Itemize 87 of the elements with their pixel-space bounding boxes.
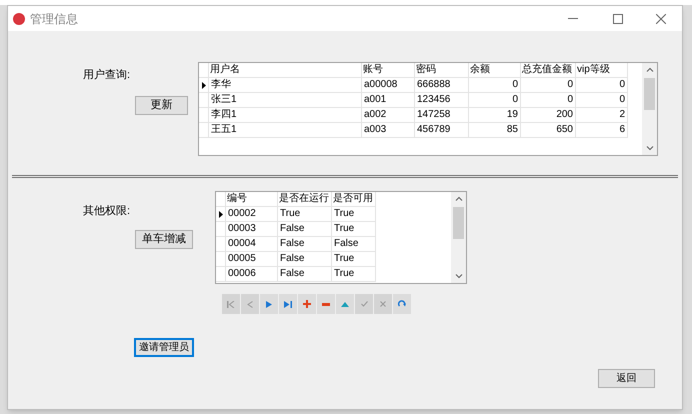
navigator-button[interactable]	[279, 294, 297, 314]
scroll-thumb[interactable]	[644, 78, 655, 110]
refresh-icon	[398, 300, 406, 308]
last-record-icon	[284, 300, 292, 308]
section-label: 用户查询:	[83, 68, 130, 83]
minimize-icon[interactable]	[568, 18, 578, 19]
table-cell: 147258	[415, 108, 469, 123]
row-pointer-icon	[202, 82, 206, 88]
navigator-button[interactable]	[336, 294, 354, 314]
table-cell: True	[332, 222, 376, 237]
table-cell: True	[332, 207, 376, 222]
table-cell: False	[278, 222, 332, 237]
cross-icon	[380, 301, 386, 307]
table-cell: a003	[362, 123, 415, 138]
table-cell: False	[278, 252, 332, 267]
row-header[interactable]	[199, 78, 209, 93]
table-cell: 19	[469, 108, 521, 123]
invite-admin-button[interactable]: 邀请管理员	[134, 338, 194, 357]
row-pointer-icon	[218, 210, 222, 218]
chevron-up-icon[interactable]	[454, 196, 462, 201]
table-cell: False	[278, 267, 332, 282]
column-header[interactable]: 用户名	[209, 63, 362, 78]
minus-icon	[322, 302, 330, 306]
scrollbar[interactable]	[451, 192, 466, 283]
table-cell: 200	[521, 108, 576, 123]
table-cell: 0	[521, 78, 576, 93]
table-cell: a00008	[362, 78, 415, 93]
table-cell: True	[278, 207, 332, 222]
table-cell: 123456	[415, 93, 469, 108]
column-header[interactable]: 余额	[469, 63, 521, 78]
back-button[interactable]: 返回	[598, 369, 655, 388]
table-cell: 00005	[226, 252, 278, 267]
window-title: 管理信息	[30, 10, 78, 28]
table-cell: True	[332, 252, 376, 267]
table-cell: 0	[521, 93, 576, 108]
column-header[interactable]: 总充值金额	[521, 63, 576, 78]
table-cell: 0	[576, 78, 628, 93]
table-cell: False	[278, 237, 332, 252]
scroll-thumb[interactable]	[453, 207, 464, 239]
table-cell: 6	[576, 123, 628, 138]
navigator-button[interactable]	[317, 294, 335, 314]
table-cell: 00006	[226, 267, 278, 282]
app-icon	[13, 12, 25, 24]
close-icon[interactable]	[656, 14, 666, 24]
next-record-icon	[266, 300, 272, 308]
navigator-button[interactable]	[393, 294, 411, 314]
table-cell: 0	[469, 78, 521, 93]
table-cell: 456789	[415, 123, 469, 138]
check-icon	[360, 301, 368, 307]
column-header[interactable]: 是否在运行	[278, 192, 332, 207]
table-cell: 王五1	[209, 123, 362, 138]
table-cell: 2	[576, 108, 628, 123]
column-header[interactable]: 是否可用	[332, 192, 376, 207]
table-cell: 张三1	[209, 93, 362, 108]
triangle-up-icon	[341, 302, 349, 306]
table-cell: a001	[362, 93, 415, 108]
maximize-icon[interactable]	[613, 14, 623, 24]
chevron-down-icon[interactable]	[646, 146, 654, 151]
scrollbar[interactable]	[642, 63, 657, 155]
table-cell: a002	[362, 108, 415, 123]
plus-icon	[303, 300, 311, 308]
table-cell: 0	[576, 93, 628, 108]
previous-record-icon	[247, 300, 253, 308]
table-cell: True	[332, 267, 376, 282]
column-header[interactable]: 账号	[362, 63, 415, 78]
navigator-button[interactable]	[260, 294, 278, 314]
table-cell: 0	[469, 93, 521, 108]
table-cell: 李四1	[209, 108, 362, 123]
refresh-button[interactable]: 更新	[135, 96, 188, 114]
table-cell: 650	[521, 123, 576, 138]
table-cell: 李华	[209, 78, 362, 93]
chevron-up-icon[interactable]	[646, 67, 654, 72]
column-header[interactable]: 密码	[415, 63, 469, 78]
table-cell: 85	[469, 123, 521, 138]
table-cell: 666888	[415, 78, 469, 93]
table-cell: 00003	[226, 222, 278, 237]
table-cell: 00004	[226, 237, 278, 252]
section-label: 其他权限:	[83, 204, 130, 219]
row-header[interactable]	[216, 207, 226, 222]
navigator-button[interactable]	[298, 294, 316, 314]
first-record-icon	[227, 300, 235, 308]
column-header[interactable]: vip等级	[576, 63, 628, 78]
column-header[interactable]: 编号	[226, 192, 278, 207]
table-cell: 00002	[226, 207, 278, 222]
table-cell: False	[332, 237, 376, 252]
bike-adjust-button[interactable]: 单车增减	[135, 230, 193, 248]
chevron-down-icon[interactable]	[454, 274, 462, 279]
